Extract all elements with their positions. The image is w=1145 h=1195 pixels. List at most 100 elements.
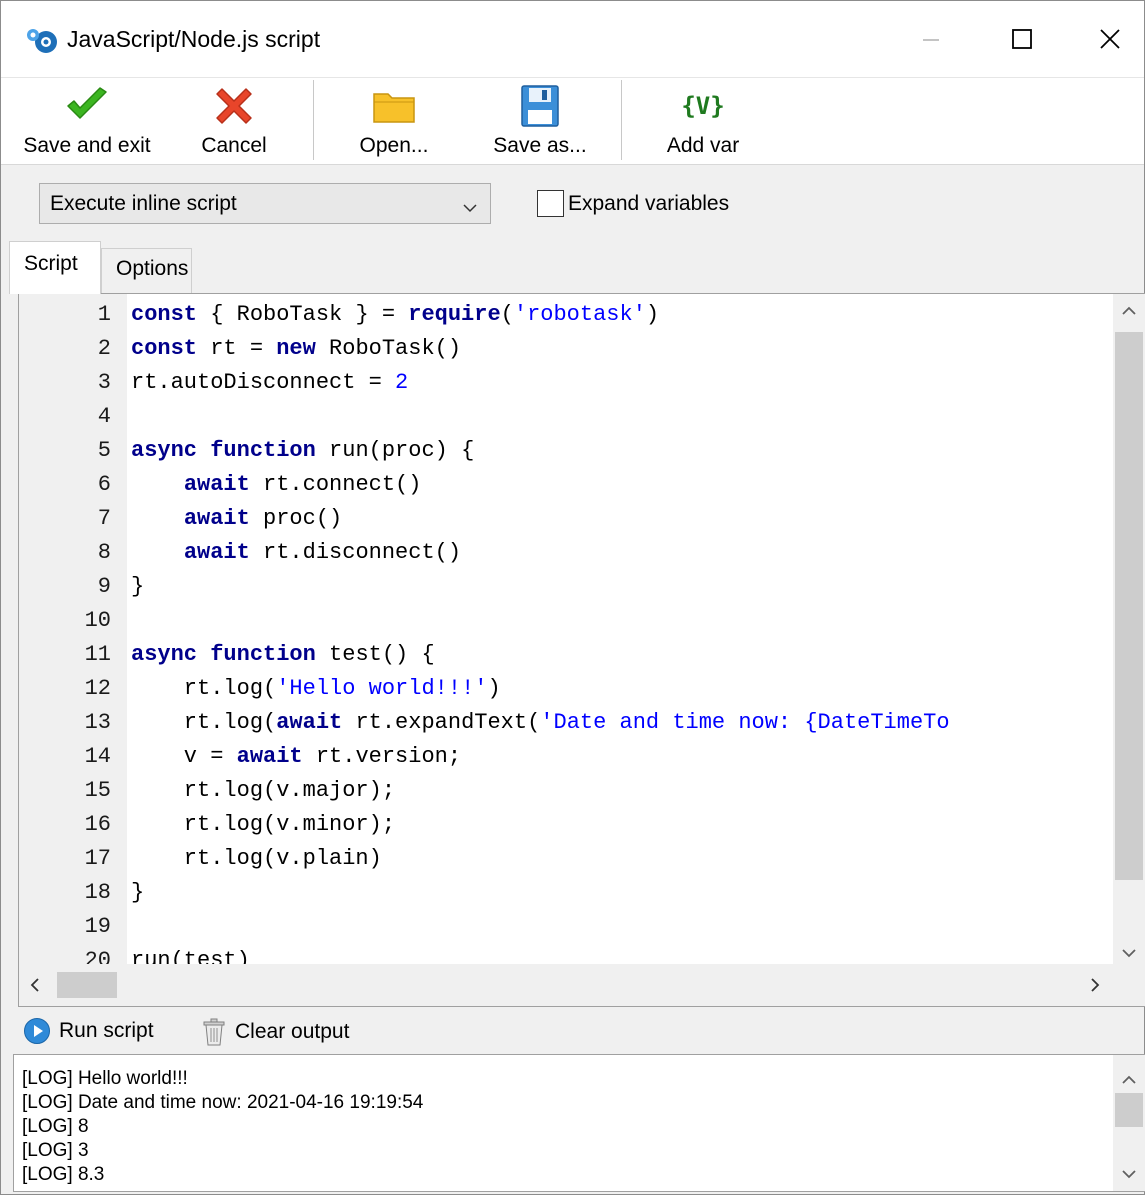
code-text: await proc() — [183, 506, 343, 531]
close-button[interactable] — [1064, 1, 1145, 77]
code-line: 4 — [19, 400, 1115, 434]
line-number: 18 — [84, 880, 111, 905]
variable-icon-text: {V} — [681, 92, 725, 120]
output-line: [LOG] 3 — [22, 1140, 89, 1161]
checkbox-box[interactable] — [537, 190, 564, 217]
output-line: [LOG] 8 — [22, 1116, 89, 1137]
code-line: 14 v = await rt.version; — [19, 740, 1115, 774]
editor-vertical-scrollbar[interactable] — [1113, 294, 1145, 964]
line-number: 14 — [84, 744, 111, 769]
tab-script[interactable]: Script — [9, 241, 101, 294]
scrollbar-thumb[interactable] — [57, 972, 117, 998]
code-line: 8 await rt.disconnect() — [19, 536, 1115, 570]
script-mode-value: Execute inline script — [50, 192, 237, 215]
run-bar: Run script Clear output — [1, 1013, 1144, 1053]
code-text: async function test() { — [131, 642, 435, 667]
line-number: 9 — [97, 574, 111, 599]
checkmark-icon — [64, 78, 110, 134]
scroll-left-icon[interactable] — [29, 976, 41, 999]
code-text: rt.log('Hello world!!!') — [131, 676, 501, 701]
save-and-exit-button[interactable]: Save and exit — [19, 78, 155, 166]
toolbar-separator — [621, 80, 622, 160]
maximize-button[interactable] — [976, 1, 1068, 77]
code-line: 18} — [19, 876, 1115, 910]
code-text: rt.log(v.major); — [131, 778, 396, 803]
code-text: async function run(proc) { — [131, 438, 475, 463]
line-number: 1 — [97, 302, 111, 327]
expand-variables-label: Expand variables — [568, 191, 730, 215]
save-as-button[interactable]: Save as... — [487, 78, 593, 166]
editor-horizontal-scrollbar[interactable] — [19, 964, 1115, 1006]
line-number: 16 — [84, 812, 111, 837]
code-line: 2 const rt = new RoboTask() — [19, 332, 1115, 366]
cancel-x-icon — [211, 78, 257, 134]
close-icon — [1100, 29, 1120, 49]
code-line: 19 — [19, 910, 1115, 944]
code-line: 16 rt.log(v.minor); — [19, 808, 1115, 842]
code-line: 13 rt.log(await rt.expandText('Date and … — [19, 706, 1115, 740]
clear-output-button[interactable]: Clear output — [201, 1017, 349, 1047]
output-vertical-scrollbar[interactable] — [1113, 1055, 1145, 1191]
code-line: 11 async function test() { — [19, 638, 1115, 672]
open-label: Open... — [359, 134, 429, 157]
code-area[interactable]: 1 const { RoboTask } = require('robotask'… — [19, 294, 1115, 964]
trash-icon — [201, 1017, 227, 1047]
save-and-exit-label: Save and exit — [23, 134, 151, 157]
output-line: [LOG] 8.3 — [22, 1164, 105, 1185]
cancel-button[interactable]: Cancel — [191, 78, 277, 166]
code-text: rt.log(v.plain) — [131, 846, 382, 871]
minimize-button[interactable] — [885, 1, 977, 77]
line-number: 13 — [84, 710, 111, 735]
code-line: 9} — [19, 570, 1115, 604]
run-script-label: Run script — [59, 1019, 154, 1042]
script-window: JavaScript/Node.js script Save and exit — [0, 0, 1145, 1195]
chevron-down-icon — [462, 196, 478, 220]
scrollbar-corner — [1113, 964, 1145, 1006]
script-mode-select[interactable]: Execute inline script — [39, 183, 491, 224]
save-as-label: Save as... — [493, 134, 587, 157]
line-number: 3 — [97, 370, 111, 395]
code-text: await rt.disconnect() — [183, 540, 462, 565]
title-bar[interactable]: JavaScript/Node.js script — [1, 1, 1144, 77]
maximize-icon — [1012, 29, 1032, 49]
line-number: 12 — [84, 676, 111, 701]
expand-variables-checkbox[interactable]: Expand variables — [537, 190, 729, 217]
code-line: 1 const { RoboTask } = require('robotask'… — [19, 298, 1115, 332]
line-number: 19 — [84, 914, 111, 939]
code-line: 7 await proc() — [19, 502, 1115, 536]
tab-options[interactable]: Options — [101, 248, 192, 293]
line-number: 4 — [97, 404, 111, 429]
line-number: 2 — [97, 336, 111, 361]
scroll-up-icon[interactable] — [1121, 300, 1137, 323]
code-editor[interactable]: 1 const { RoboTask } = require('robotask'… — [18, 293, 1145, 1007]
run-script-button[interactable]: Run script — [23, 1017, 154, 1045]
code-text: rt.log(v.minor); — [131, 812, 396, 837]
code-text: rt.autoDisconnect = 2 — [131, 370, 409, 395]
output-log[interactable]: [LOG] Hello world!!! [LOG] Date and time … — [13, 1054, 1145, 1192]
code-text: } — [131, 880, 145, 905]
code-line: 20 run(test) — [19, 944, 1115, 964]
code-line: 17 rt.log(v.plain) — [19, 842, 1115, 876]
add-var-button[interactable]: {V} Add var — [657, 78, 749, 166]
play-icon — [23, 1017, 51, 1045]
code-text: rt.log(await rt.expandText('Date and tim… — [131, 710, 950, 735]
window-title: JavaScript/Node.js script — [67, 26, 321, 52]
floppy-disk-icon — [520, 78, 560, 134]
scrollbar-thumb[interactable] — [1115, 1093, 1143, 1127]
scrollbar-thumb[interactable] — [1115, 332, 1143, 880]
scroll-down-icon[interactable] — [1121, 942, 1137, 965]
clear-output-label: Clear output — [235, 1020, 350, 1043]
scroll-down-icon[interactable] — [1121, 1163, 1137, 1186]
variable-icon: {V} — [681, 78, 724, 134]
cancel-label: Cancel — [201, 134, 267, 157]
open-button[interactable]: Open... — [351, 78, 437, 166]
scroll-right-icon[interactable] — [1089, 976, 1101, 999]
line-number: 20 — [84, 948, 111, 964]
line-number: 7 — [97, 506, 111, 531]
code-line: 12 rt.log('Hello world!!!') — [19, 672, 1115, 706]
line-number: 10 — [84, 608, 111, 633]
code-line: 6 await rt.connect() — [19, 468, 1115, 502]
code-text: const rt = new RoboTask() — [131, 336, 462, 361]
code-line: 10 — [19, 604, 1115, 638]
scroll-up-icon[interactable] — [1121, 1069, 1137, 1092]
